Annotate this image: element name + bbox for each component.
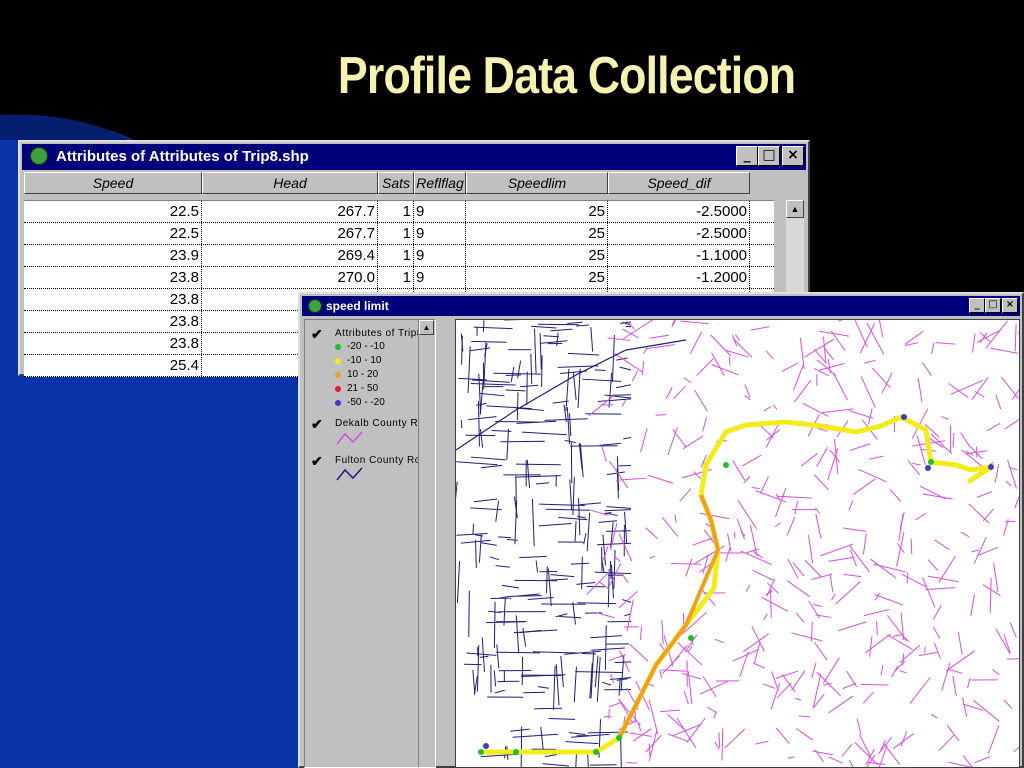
legend-class: -20 - -10: [335, 341, 385, 352]
table-cell: 25: [466, 245, 608, 266]
legend-class: -10 - 10: [335, 355, 381, 366]
maximize-button[interactable]: □: [758, 146, 780, 166]
route-point: [593, 749, 599, 755]
table-cell: 9: [414, 223, 466, 244]
table-cell: -2.5000: [608, 223, 750, 244]
route-point: [478, 749, 484, 755]
legend-scrollbar[interactable]: ▲: [418, 320, 435, 767]
legend-dot-icon: [335, 400, 341, 406]
legend-class: -50 - -20: [335, 397, 385, 408]
route-point: [688, 635, 694, 641]
line-symbol-icon: [336, 467, 363, 481]
route-line: [481, 414, 993, 755]
table-cell: 1: [378, 245, 414, 266]
table-cell: 25.4: [24, 355, 202, 376]
table-cell: 23.8: [24, 267, 202, 288]
table-cell: 9: [414, 201, 466, 222]
minimize-button[interactable]: _: [969, 298, 985, 313]
route-point: [483, 743, 489, 749]
table-cell: -1.1000: [608, 245, 750, 266]
table-cell: 23.9: [24, 245, 202, 266]
legend-dot-icon: [335, 372, 341, 378]
minimize-button[interactable]: _: [736, 146, 758, 166]
table-cell: -2.5000: [608, 201, 750, 222]
legend-dot-icon: [335, 386, 341, 392]
layer-checkbox-trip8[interactable]: ✔: [311, 326, 323, 343]
globe-magnifier-icon: [30, 147, 48, 165]
table-row[interactable]: 22.5 267.7 1 9 25 -2.5000: [24, 201, 774, 223]
route-point: [928, 459, 934, 465]
route-point: [616, 735, 622, 741]
layer-checkbox-dekalb[interactable]: ✔: [311, 416, 323, 433]
legend-dot-icon: [335, 358, 341, 364]
table-cell: 267.7: [202, 201, 378, 222]
attributes-window-title: Attributes of Attributes of Trip8.shp: [56, 148, 309, 165]
table-cell: 1: [378, 223, 414, 244]
table-header: Speed Head Sats Reflflag Speedlim Speed_…: [24, 172, 750, 194]
column-header-reflflag[interactable]: Reflflag: [414, 172, 466, 194]
table-cell: 267.7: [202, 223, 378, 244]
column-header-speed-dif[interactable]: Speed_dif: [608, 172, 750, 194]
map-view[interactable]: [455, 319, 1020, 768]
layer-name-dekalb: Dekalb County Roa: [335, 418, 431, 429]
table-cell: 22.5: [24, 201, 202, 222]
close-button[interactable]: ×: [1002, 298, 1018, 313]
route-point: [513, 749, 519, 755]
column-header-head[interactable]: Head: [202, 172, 378, 194]
route-point: [988, 464, 994, 470]
route-point: [925, 465, 931, 471]
map-titlebar[interactable]: speed limit _ □ ×: [302, 296, 1020, 316]
scroll-up-arrow-icon[interactable]: ▲: [419, 320, 434, 335]
table-row[interactable]: 22.5 267.7 1 9 25 -2.5000: [24, 223, 774, 245]
globe-magnifier-icon: [308, 299, 322, 313]
table-cell: -1.2000: [608, 267, 750, 288]
table-cell: 9: [414, 267, 466, 288]
table-cell: 23.8: [24, 333, 202, 354]
column-header-sats[interactable]: Sats: [378, 172, 414, 194]
legend-class: 10 - 20: [335, 369, 378, 380]
table-cell: 1: [378, 267, 414, 288]
table-cell: 269.4: [202, 245, 378, 266]
table-cell: 270.0: [202, 267, 378, 288]
close-button[interactable]: ×: [782, 146, 804, 166]
line-symbol-icon: [336, 431, 363, 445]
column-header-speedlim[interactable]: Speedlim: [466, 172, 608, 194]
attributes-titlebar[interactable]: Attributes of Attributes of Trip8.shp _ …: [22, 144, 806, 170]
map-window-title: speed limit: [326, 299, 389, 313]
slide-title: Profile Data Collection: [337, 47, 796, 105]
maximize-button[interactable]: □: [985, 298, 1001, 313]
layer-checkbox-fulton[interactable]: ✔: [311, 453, 323, 470]
table-cell: 25: [466, 267, 608, 288]
scroll-up-arrow-icon[interactable]: ▲: [786, 200, 804, 218]
table-cell: 25: [466, 223, 608, 244]
column-header-speed[interactable]: Speed: [24, 172, 202, 194]
legend-dot-icon: [335, 344, 341, 350]
table-cell: 23.8: [24, 289, 202, 310]
map-window[interactable]: speed limit _ □ × ✔ Attributes of Trip8.…: [298, 292, 1024, 768]
route-point: [723, 462, 729, 468]
table-row[interactable]: 23.9 269.4 1 9 25 -1.1000: [24, 245, 774, 267]
legend-class: 21 - 50: [335, 383, 378, 394]
table-cell: 1: [378, 201, 414, 222]
table-cell: 23.8: [24, 311, 202, 332]
road-map[interactable]: [456, 320, 1020, 768]
table-row[interactable]: 23.8 270.0 1 9 25 -1.2000: [24, 267, 774, 289]
table-cell: 22.5: [24, 223, 202, 244]
route-point: [901, 414, 907, 420]
table-cell: 9: [414, 245, 466, 266]
table-cell: 25: [466, 201, 608, 222]
map-legend: ✔ Attributes of Trip8.s -20 - -10 -10 - …: [304, 319, 436, 768]
